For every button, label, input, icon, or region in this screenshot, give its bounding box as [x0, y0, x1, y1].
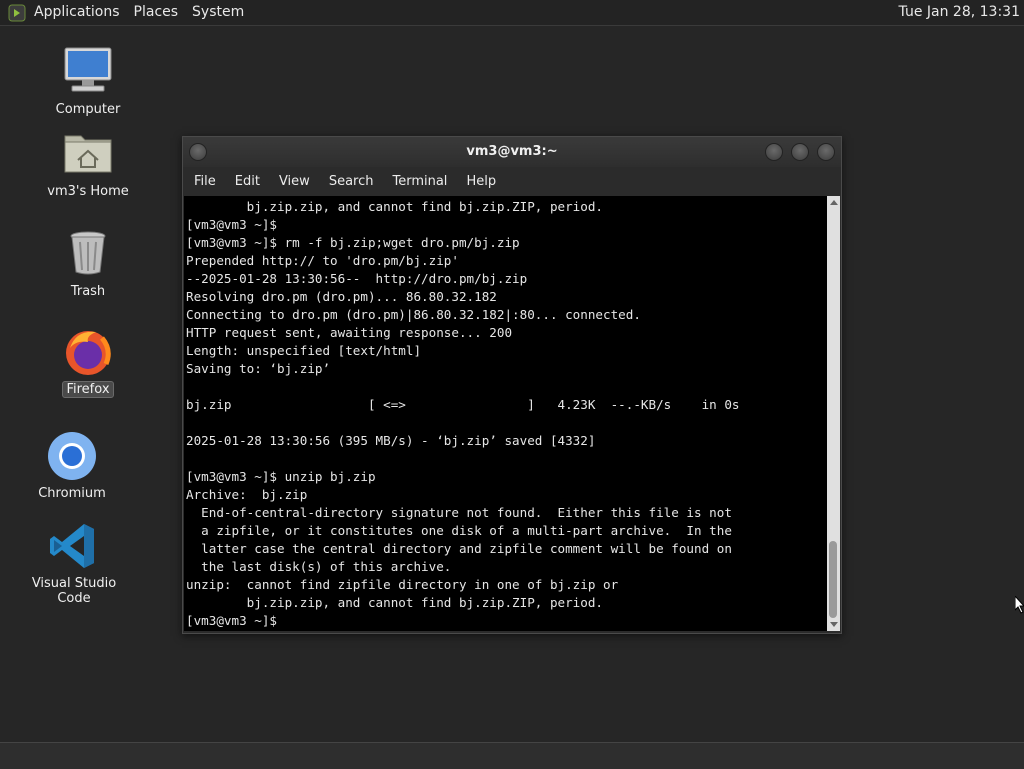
- terminal-line: Resolving dro.pm (dro.pm)... 86.80.32.18…: [186, 289, 497, 304]
- menu-terminal[interactable]: Terminal: [392, 174, 447, 189]
- menu-file[interactable]: File: [194, 174, 216, 189]
- menu-edit[interactable]: Edit: [235, 174, 260, 189]
- terminal-output: bj.zip.zip, and cannot find bj.zip.ZIP, …: [184, 196, 827, 631]
- scrollbar-thumb[interactable]: [829, 541, 837, 618]
- terminal-title: vm3@vm3:~: [466, 144, 558, 159]
- desktop-icon-label: Firefox: [62, 381, 114, 398]
- menu-search[interactable]: Search: [329, 174, 374, 189]
- applications-menu[interactable]: Applications: [34, 0, 120, 25]
- terminal-line: [vm3@vm3 ~]$: [186, 217, 277, 232]
- terminal-line: Archive: bj.zip: [186, 487, 308, 502]
- terminal-line: bj.zip.zip, and cannot find bj.zip.ZIP, …: [186, 595, 604, 610]
- desktop-icon-chromium[interactable]: Chromium: [17, 430, 127, 502]
- scroll-down-arrow-icon[interactable]: [830, 622, 838, 627]
- terminal-line: bj.zip [ <=> ] 4.23K --.-KB/s in 0s: [186, 397, 740, 412]
- applications-logo-icon[interactable]: [8, 4, 26, 22]
- terminal-line: the last disk(s) of this archive.: [186, 559, 452, 574]
- terminal-line: Prepended http:// to 'dro.pm/bj.zip': [186, 253, 459, 268]
- menu-help[interactable]: Help: [466, 174, 496, 189]
- close-button[interactable]: [817, 143, 835, 161]
- panel-clock[interactable]: Tue Jan 28, 13:31: [899, 0, 1020, 25]
- terminal-line: [vm3@vm3 ~]$ unzip bj.zip: [186, 469, 376, 484]
- terminal-line: bj.zip.zip, and cannot find bj.zip.ZIP, …: [186, 199, 604, 214]
- terminal-line: --2025-01-28 13:30:56-- http://dro.pm/bj…: [186, 271, 528, 286]
- terminal-line: 2025-01-28 13:30:56 (395 MB/s) - ‘bj.zip…: [186, 433, 596, 448]
- scroll-up-arrow-icon[interactable]: [830, 200, 838, 205]
- places-menu[interactable]: Places: [134, 0, 179, 25]
- desktop-icon-label: Computer: [55, 102, 121, 117]
- desktop-icon-firefox[interactable]: Firefox: [33, 326, 143, 398]
- firefox-icon: [62, 326, 114, 378]
- maximize-button[interactable]: [791, 143, 809, 161]
- chromium-icon: [46, 430, 98, 482]
- terminal-line: Saving to: ‘bj.zip’: [186, 361, 331, 376]
- desktop-icon-computer[interactable]: Computer: [33, 46, 143, 118]
- desktop-icon-vscode[interactable]: Visual Studio Code: [17, 520, 131, 607]
- desktop-icon-label: vm3's Home: [47, 184, 129, 199]
- home-folder-icon: [62, 128, 114, 180]
- terminal-line: End-of-central-directory signature not f…: [186, 505, 732, 520]
- top-panel: Applications Places System Tue Jan 28, 1…: [0, 0, 1024, 26]
- computer-icon: [62, 46, 114, 98]
- terminal-output-area[interactable]: bj.zip.zip, and cannot find bj.zip.ZIP, …: [184, 196, 827, 631]
- terminal-menu-bar: File Edit View Search Terminal Help: [183, 167, 841, 195]
- minimize-button[interactable]: [765, 143, 783, 161]
- terminal-line: [vm3@vm3 ~]$ rm -f bj.zip;wget dro.pm/bj…: [186, 235, 520, 250]
- terminal-scrollbar[interactable]: [827, 196, 840, 631]
- mouse-pointer-icon: [1014, 594, 1024, 618]
- terminal-window[interactable]: vm3@vm3:~ File Edit View Search Terminal…: [182, 136, 842, 634]
- terminal-line: [vm3@vm3 ~]$: [186, 613, 285, 628]
- desktop-icon-home[interactable]: vm3's Home: [33, 128, 143, 200]
- desktop-icon-label: Trash: [70, 284, 106, 299]
- terminal-title-bar[interactable]: vm3@vm3:~: [183, 137, 841, 167]
- terminal-line: HTTP request sent, awaiting response... …: [186, 325, 513, 340]
- terminal-line: a zipfile, or it constitutes one disk of…: [186, 523, 732, 538]
- trash-icon: [62, 228, 114, 280]
- terminal-line: latter case the central directory and zi…: [186, 541, 732, 556]
- vscode-icon: [48, 520, 100, 572]
- bottom-panel: [0, 742, 1024, 769]
- desktop-icon-trash[interactable]: Trash: [33, 228, 143, 300]
- terminal-line: Connecting to dro.pm (dro.pm)|86.80.32.1…: [186, 307, 641, 322]
- terminal-line: unzip: cannot find zipfile directory in …: [186, 577, 619, 592]
- system-menu[interactable]: System: [192, 0, 244, 25]
- terminal-line: Length: unspecified [text/html]: [186, 343, 422, 358]
- desktop-icon-label: Chromium: [38, 486, 106, 501]
- menu-view[interactable]: View: [279, 174, 310, 189]
- desktop-icon-label: Visual Studio Code: [31, 576, 117, 606]
